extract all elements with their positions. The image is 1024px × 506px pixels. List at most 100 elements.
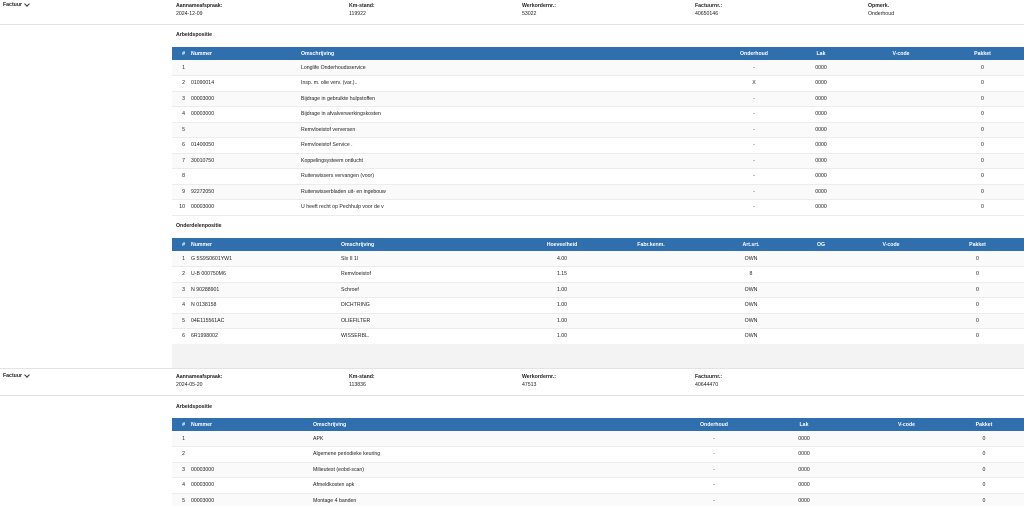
factuur-toggle-2[interactable]: Factuur [3,372,30,379]
table-cell: Milieutest (eobd-scan) [309,462,689,478]
table-row[interactable]: 1 Longlife Onderhoudsservice -0000 0 [172,60,1024,76]
table-cell: - [727,153,781,169]
col-header[interactable]: Omschrijving [297,47,727,60]
table-cell: 1.00 [533,282,591,298]
table-cell: 1 [172,431,187,447]
table-cell: Slx II 1l [337,251,533,267]
factuur-toggle-1[interactable]: Factuur [3,1,30,8]
table-cell: 2 [172,446,187,463]
field-opmerk: Opmerk. Onderhoud [868,3,894,17]
section-spacer [172,344,1024,368]
table-cell: - [689,446,739,463]
table-cell: 0000 [739,462,869,478]
col-header[interactable]: V-code [851,238,931,251]
col-header[interactable]: Nummer [187,238,337,251]
field-aannameafspraak: Aannameafspraak: 2024-05-20 [176,374,223,388]
table-row[interactable]: 4 00003000 Afmeldkosten apk -0000 0 [172,477,1024,494]
table-row[interactable]: 6 01400050 Remvloeistof Service . -0000 0 [172,137,1024,154]
table-cell [187,122,297,138]
col-header[interactable]: Lak [739,418,869,431]
table-cell [851,266,931,283]
col-header[interactable]: OG [791,238,851,251]
table-cell: U-B 000750M6 [187,266,337,283]
table-cell: - [689,477,739,494]
table-cell: Ruitenwisserbladen uit- en ingebouw [297,184,727,200]
col-header[interactable]: V-code [861,47,941,60]
table-row[interactable]: 8 Ruitenwissers vervangen (voor) -0000 0 [172,168,1024,185]
table-cell: 1.00 [533,297,591,314]
table-cell: 1 [172,251,187,267]
invoice-header-1: Factuur Aannameafspraak: 2024-12-09 Km-s… [0,0,1024,24]
table-cell [869,462,944,478]
table-row[interactable]: 4 00003000 Bijdrage in afvalverwerkingskos… [172,106,1024,123]
table-cell: 0 [931,313,1024,329]
table-row[interactable]: 3N 90288901 Schroef 1.00 OWN 0 [172,282,1024,298]
table-cell [791,266,851,283]
arbeidspositie-title: Arbeidspositie [176,32,213,38]
table-cell [861,199,941,216]
table-row[interactable]: 5 00003000 Montage 4 banden -0000 0 [172,493,1024,506]
table-row[interactable]: 5 Remvloeistof verversen -0000 0 [172,122,1024,138]
table-cell: OWN [711,313,791,329]
table-cell: 0000 [781,168,861,185]
table-row[interactable]: 4N 0138158 DICHTRING 1.00 OWN 0 [172,297,1024,314]
table-cell: 0 [941,122,1024,138]
col-header[interactable]: Nummer [187,47,297,60]
table-cell: Montage 4 banden [309,493,689,506]
col-header[interactable]: Nummer [187,418,309,431]
table-cell: DICHTRING [337,297,533,314]
table-cell [861,184,941,200]
table-row[interactable]: 9 92272050 Ruitenwisserbladen uit- en inge… [172,184,1024,200]
table-row[interactable]: 7 30010750 Koppelingsysteem ontlucht -0000 0 [172,153,1024,169]
table-row[interactable]: 3 00003000 Milieutest (eobd-scan) -0000 0 [172,462,1024,478]
table-cell: 0 [944,431,1024,447]
col-header[interactable]: Omschrijving [337,238,533,251]
table-row[interactable]: 2 01090014 Insp. m. olie verv. (var.).. X 00… [172,75,1024,92]
col-header[interactable]: Art.srt. [711,238,791,251]
table-cell: 0 [941,137,1024,154]
table-row[interactable]: 6 6R1998002 WISSERBL. 1.00 OWN 0 [172,328,1024,345]
table-row[interactable]: 2 U-B 000750M6 Remvloeistof 1.15 8 0 [172,266,1024,283]
col-header[interactable]: Onderhoud [689,418,739,431]
table-cell [591,297,711,314]
table-row[interactable]: 3 00003000 Bijdrage in gebruikte hulpstoff… [172,91,1024,107]
table-cell: 0000 [781,122,861,138]
table-cell: - [727,106,781,123]
col-header[interactable]: Pakket [944,418,1024,431]
col-header[interactable]: Omschrijving [309,418,689,431]
col-header[interactable]: # [172,47,187,60]
col-header[interactable]: Pakket [931,238,1024,251]
table-cell [869,431,944,447]
table-row[interactable]: 10 00003000 U heeft recht op Pechhulp voor… [172,199,1024,216]
table-row[interactable]: 1 APK -0000 0 [172,431,1024,447]
table-cell [851,297,931,314]
table-cell: 0000 [781,153,861,169]
col-header[interactable]: Lak [781,47,861,60]
table-row[interactable]: 5 04E115561AC OLIEFILTER 1.00 OWN 0 [172,313,1024,329]
field-factuurnr: Factuurnr.: 40644470 [695,374,723,388]
col-header[interactable]: Pakket [941,47,1024,60]
table-cell: 4 [172,106,187,123]
table-row[interactable]: 2 Algemene periodieke keuring -0000 0 [172,446,1024,463]
factuur-toggle-label: Factuur [3,373,23,379]
table-cell: 2 [172,266,187,283]
table-cell: 0000 [781,60,861,76]
table-row[interactable]: 1G 5S9S0601YW1 Slx II 1l 4.00 OWN 0 [172,251,1024,267]
table-cell: OLIEFILTER [337,313,533,329]
table-cell: 9 [172,184,187,200]
table-cell: 00003000 [187,477,309,494]
chevron-down-icon [24,1,30,7]
onderdelen-table-1: # Nummer Omschrijving Hoeveelheid Fabr.k… [172,238,1024,345]
col-header[interactable]: V-code [869,418,944,431]
col-header[interactable]: Hoeveelheid [533,238,591,251]
col-header[interactable]: Fabr.kenm. [591,238,711,251]
table-cell [791,251,851,267]
table-cell [591,251,711,267]
col-header[interactable]: Onderhoud [727,47,781,60]
table-cell: - [727,199,781,216]
table-cell: 4.00 [533,251,591,267]
table-cell: 0000 [739,477,869,494]
col-header[interactable]: # [172,418,187,431]
table-cell: 0000 [781,199,861,216]
col-header[interactable]: # [172,238,187,251]
